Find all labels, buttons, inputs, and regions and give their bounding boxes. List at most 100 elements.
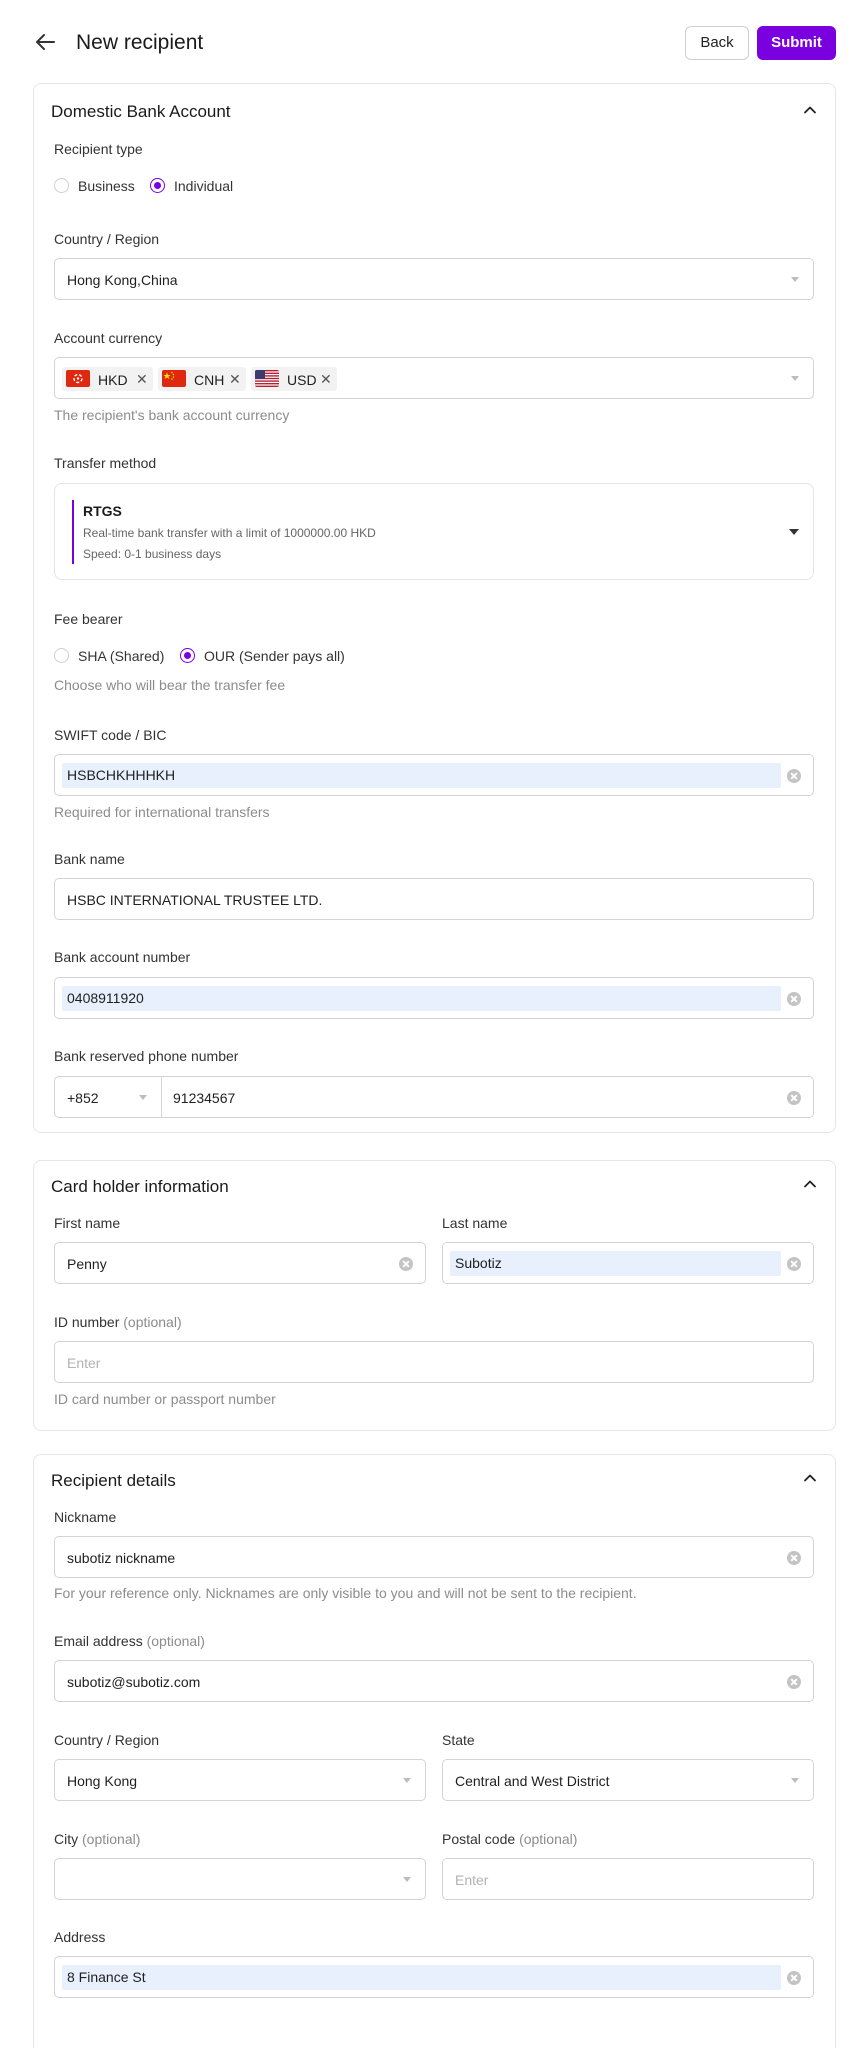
remove-usd-icon[interactable]: ✕ [320,371,332,387]
swift-input[interactable]: HSBCHKHHHKH [54,754,814,796]
card-title-cardholder: Card holder information [51,1177,229,1196]
clear-icon[interactable] [787,992,801,1006]
email-input[interactable]: subotiz@subotiz.com [54,1660,814,1702]
account-currency-label: Account currency [54,330,163,346]
back-button[interactable]: Back [685,26,749,60]
id-number-help: ID card number or passport number [54,1391,276,1407]
caret-down-icon [403,1877,411,1882]
transfer-method-select[interactable]: RTGS Real-time bank transfer with a limi… [54,483,814,580]
cn-flag-icon [162,370,186,387]
caret-down-icon[interactable] [139,1095,147,1100]
radio-sha-label: SHA (Shared) [78,648,165,664]
recipient-details-card: Recipient details Nickname subotiz nickn… [33,1454,836,2048]
radio-our-circle[interactable] [180,648,195,663]
city-select[interactable] [54,1858,426,1900]
clear-icon[interactable] [399,1257,413,1271]
account-currency-select[interactable]: HKD ✕ CNH ✕ USD ✕ [54,357,814,399]
id-number-input[interactable]: Enter [54,1341,814,1383]
nickname-input[interactable]: subotiz nickname [54,1536,814,1578]
phone-input[interactable]: +852 91234567 [54,1076,814,1118]
clear-icon[interactable] [787,1257,801,1271]
back-arrow-icon[interactable] [32,29,58,55]
clear-icon[interactable] [787,769,801,783]
id-number-label-text: ID number [54,1314,120,1330]
recipient-country-label: Country / Region [54,1732,160,1748]
radio-sha-circle[interactable] [54,648,69,663]
currency-code-cnh: CNH [194,372,225,388]
transfer-method-name: RTGS [83,503,122,519]
method-accent-bar [72,500,74,564]
clear-icon[interactable] [787,1675,801,1689]
submit-button[interactable]: Submit [757,26,836,60]
card-title-domestic: Domestic Bank Account [51,102,231,121]
id-number-label: ID number (optional) [54,1313,182,1331]
transfer-method-label: Transfer method [54,455,157,471]
country-region-select[interactable]: Hong Kong,China [54,258,814,300]
remove-cnh-icon[interactable]: ✕ [229,371,241,387]
account-number-label: Bank account number [54,949,191,965]
nickname-label: Nickname [54,1509,117,1525]
radio-business-circle[interactable] [54,178,69,193]
currency-tag-hkd: HKD ✕ [62,367,153,391]
phone-value: 91234567 [173,1090,236,1106]
swift-label: SWIFT code / BIC [54,727,167,743]
card-holder-card: Card holder information First name Penny… [33,1160,836,1431]
swift-help: Required for international transfers [54,804,270,820]
caret-down-icon [791,277,799,282]
clear-icon[interactable] [787,1971,801,1985]
bank-name-label: Bank name [54,851,125,867]
optional-tag: (optional) [519,1831,578,1847]
radio-individual[interactable]: Individual [150,176,250,196]
currency-tag-cnh: CNH ✕ [158,367,246,391]
fee-bearer-label: Fee bearer [54,611,123,627]
account-number-input[interactable]: 0408911920 [54,977,814,1019]
postal-code-label-text: Postal code [442,1831,516,1847]
chevron-up-icon[interactable] [803,103,817,117]
city-label-text: City [54,1831,79,1847]
chevron-up-icon[interactable] [803,1471,817,1485]
remove-hkd-icon[interactable]: ✕ [136,371,148,387]
prefix-divider [161,1077,162,1117]
optional-tag: (optional) [146,1633,205,1649]
first-name-input[interactable]: Penny [54,1242,426,1284]
domestic-bank-account-card: Domestic Bank Account Recipient type Bus… [33,83,836,1133]
phone-label: Bank reserved phone number [54,1048,239,1064]
last-name-value: Subotiz [455,1255,502,1271]
address-input[interactable]: 8 Finance St [54,1956,814,1998]
city-label: City (optional) [54,1830,140,1848]
radio-business[interactable]: Business [54,176,144,196]
caret-down-icon [791,1778,799,1783]
first-name-label: First name [54,1215,121,1231]
caret-down-icon [789,529,799,535]
phone-prefix-value[interactable]: +852 [67,1089,99,1107]
last-name-autofill-highlight: Subotiz [450,1251,781,1276]
radio-individual-circle[interactable] [150,178,165,193]
account-currency-help: The recipient's bank account currency [54,407,290,423]
swift-value: HSBCHKHHHKH [67,767,176,783]
postal-code-input[interactable]: Enter [442,1858,814,1900]
account-number-value: 0408911920 [67,990,144,1006]
bank-name-input[interactable]: HSBC INTERNATIONAL TRUSTEE LTD. [54,878,814,920]
clear-icon[interactable] [787,1551,801,1565]
page-header: New recipient Back Submit [0,0,855,90]
clear-icon[interactable] [787,1091,801,1105]
bank-name-value: HSBC INTERNATIONAL TRUSTEE LTD. [67,892,323,908]
first-name-value: Penny [67,1256,107,1272]
recipient-country-select[interactable]: Hong Kong [54,1759,426,1801]
radio-individual-label: Individual [174,178,234,194]
recipient-country-value: Hong Kong [67,1773,138,1789]
currency-tag-usd: USD ✕ [251,367,337,391]
last-name-input[interactable]: Subotiz [442,1242,814,1284]
address-value: 8 Finance St [67,1969,146,1985]
currency-code-hkd: HKD [98,372,128,388]
last-name-label: Last name [442,1215,508,1231]
radio-sha[interactable]: SHA (Shared) [54,646,170,666]
id-number-placeholder: Enter [67,1355,101,1371]
postal-code-label: Postal code (optional) [442,1830,577,1848]
radio-our[interactable]: OUR (Sender pays all) [180,646,360,666]
radio-our-label: OUR (Sender pays all) [204,648,345,664]
radio-business-label: Business [78,178,135,194]
chevron-up-icon[interactable] [803,1177,817,1191]
state-select[interactable]: Central and West District [442,1759,814,1801]
optional-tag: (optional) [82,1831,141,1847]
